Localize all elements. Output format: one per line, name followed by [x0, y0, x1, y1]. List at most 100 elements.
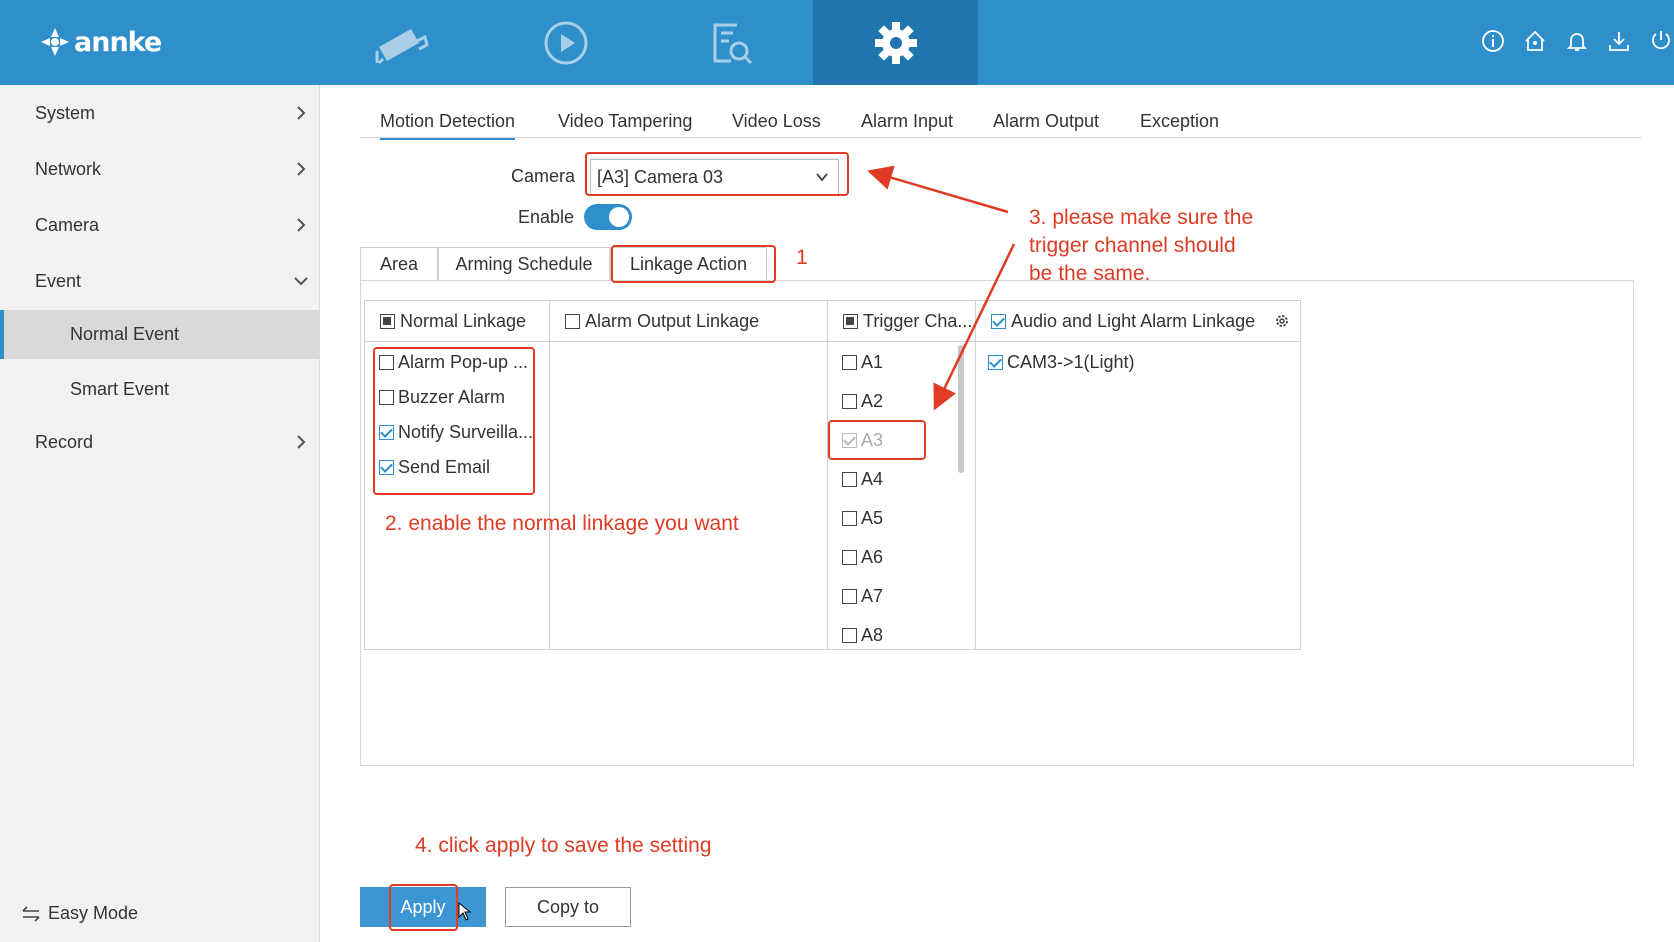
- channel-checkbox[interactable]: [842, 394, 857, 409]
- easy-mode-label: Easy Mode: [48, 903, 139, 923]
- settings-gear-icon[interactable]: [1274, 313, 1290, 329]
- normal-linkage-select-all-checkbox[interactable]: [380, 313, 395, 329]
- column-header-label: Normal Linkage: [400, 310, 527, 331]
- annotation-step-3-line-2: trigger channel should: [1029, 234, 1236, 257]
- subtab-label: Area: [379, 254, 419, 274]
- channel-checkbox[interactable]: [842, 472, 857, 487]
- trigger-channel-a4[interactable]: A4: [842, 469, 883, 490]
- trigger-channel-a2[interactable]: A2: [842, 391, 883, 412]
- annke-logo-mark-icon: [41, 28, 69, 56]
- search-file-icon: [713, 23, 752, 64]
- tab-video-loss[interactable]: Video Loss: [732, 111, 821, 132]
- trigger-channel-header[interactable]: Trigger Cha...: [828, 301, 975, 342]
- sidebar-item-label: System: [35, 102, 96, 123]
- home-icon[interactable]: [1522, 28, 1548, 54]
- channel-label: A8: [861, 625, 884, 645]
- nav-search[interactable]: [648, 0, 813, 85]
- normal-linkage-header[interactable]: Normal Linkage: [365, 301, 549, 342]
- cam3-light-option[interactable]: CAM3->1(Light): [988, 352, 1135, 373]
- trigger-channel-a7[interactable]: A7: [842, 586, 883, 607]
- sidebar-item-label: Record: [35, 431, 94, 452]
- sidebar-item-label: Normal Event: [70, 324, 180, 344]
- nav-configuration[interactable]: [813, 0, 978, 85]
- column-header-label: Trigger Cha...: [863, 310, 973, 331]
- easy-mode-button[interactable]: Easy Mode: [22, 903, 138, 924]
- top-bar: annke: [0, 0, 1674, 85]
- info-icon[interactable]: [1480, 28, 1506, 54]
- gear-icon: [874, 21, 917, 64]
- column-header-label: Audio and Light Alarm Linkage: [1011, 310, 1256, 331]
- playback-icon: [544, 21, 587, 64]
- annotation-step-1: 1: [796, 246, 808, 269]
- annotation-step-3-line-3: be the same.: [1029, 262, 1151, 285]
- nav-live-view[interactable]: [318, 0, 483, 85]
- sidebar-item-network[interactable]: Network: [0, 141, 319, 197]
- tab-alarm-output[interactable]: Alarm Output: [993, 111, 1099, 132]
- toolbar-icons: [1480, 28, 1674, 54]
- chevron-down-icon: [294, 277, 308, 286]
- annotation-box-apply: [389, 884, 458, 931]
- alarm-output-linkage-header[interactable]: Alarm Output Linkage: [550, 301, 827, 342]
- subtab-arming-schedule[interactable]: Arming Schedule: [438, 247, 610, 281]
- sidebar-item-label: Camera: [35, 214, 100, 235]
- channel-checkbox[interactable]: [842, 628, 857, 643]
- trigger-channel-a8[interactable]: A8: [842, 625, 883, 646]
- tab-video-tampering[interactable]: Video Tampering: [558, 111, 692, 132]
- sidebar-item-smart-event[interactable]: Smart Event: [0, 365, 319, 414]
- channel-label: A2: [861, 391, 884, 411]
- sidebar-item-event[interactable]: Event: [0, 253, 319, 309]
- channel-label: A6: [861, 547, 884, 567]
- sidebar-item-camera[interactable]: Camera: [0, 197, 319, 253]
- copy-to-button[interactable]: Copy to: [505, 887, 631, 927]
- channel-checkbox[interactable]: [842, 355, 857, 370]
- option-label: CAM3->1(Light): [1007, 352, 1135, 372]
- trigger-list-scrollbar[interactable]: [958, 345, 964, 473]
- chevron-right-icon: [297, 218, 306, 232]
- audio-light-select-all-checkbox[interactable]: [991, 313, 1006, 329]
- alarm-output-linkage-column: Alarm Output Linkage: [550, 301, 828, 649]
- annotation-box-camera: [585, 152, 849, 196]
- alarm-output-select-all-checkbox[interactable]: [565, 313, 580, 329]
- tab-exception[interactable]: Exception: [1140, 111, 1219, 132]
- sidebar: System Network Camera Event Normal Event…: [0, 85, 320, 942]
- annotation-step-4: 4. click apply to save the setting: [415, 834, 712, 857]
- trigger-channel-a6[interactable]: A6: [842, 547, 883, 568]
- annke-logo: annke: [38, 22, 162, 62]
- channel-checkbox[interactable]: [842, 511, 857, 526]
- download-icon[interactable]: [1606, 28, 1632, 54]
- annotation-step-3-line-1: 3. please make sure the: [1029, 206, 1254, 229]
- sidebar-item-label: Event: [35, 270, 82, 291]
- channel-label: A1: [861, 352, 884, 372]
- event-type-tabs: Motion Detection Video Tampering Video L…: [360, 103, 1641, 140]
- sidebar-item-normal-event[interactable]: Normal Event: [0, 310, 319, 359]
- chevron-right-icon: [297, 435, 306, 449]
- tab-motion-detection[interactable]: Motion Detection: [380, 111, 516, 140]
- cam3-light-checkbox[interactable]: [988, 355, 1003, 370]
- trigger-channel-a1[interactable]: A1: [842, 352, 883, 373]
- toggle-knob: [609, 207, 629, 227]
- annotation-box-trigger-a3: [828, 420, 926, 460]
- annotation-step-2: 2. enable the normal linkage you want: [385, 512, 739, 535]
- enable-toggle[interactable]: [584, 204, 632, 230]
- channel-checkbox[interactable]: [842, 550, 857, 565]
- power-icon[interactable]: [1648, 28, 1674, 54]
- trigger-channel-a5[interactable]: A5: [842, 508, 883, 529]
- arrow-to-camera: [867, 165, 1009, 214]
- channel-label: A7: [861, 586, 884, 606]
- camera-label: Camera: [511, 166, 576, 186]
- channel-checkbox[interactable]: [842, 589, 857, 604]
- nav-playback[interactable]: [483, 0, 648, 85]
- sidebar-item-system[interactable]: System: [0, 85, 319, 141]
- bell-icon[interactable]: [1564, 28, 1590, 54]
- logo-text: annke: [74, 26, 162, 58]
- trigger-channel-select-all-checkbox[interactable]: [843, 313, 858, 329]
- mouse-cursor-icon: [458, 902, 472, 921]
- annotation-box-normal-linkage: [373, 347, 535, 495]
- subtab-area[interactable]: Area: [360, 247, 438, 281]
- column-header-label: Alarm Output Linkage: [585, 310, 760, 331]
- tab-alarm-input[interactable]: Alarm Input: [861, 111, 953, 132]
- chevron-right-icon: [297, 106, 306, 120]
- channel-label: A5: [861, 508, 884, 528]
- sidebar-item-record[interactable]: Record: [0, 414, 319, 470]
- audio-light-linkage-header[interactable]: Audio and Light Alarm Linkage: [976, 301, 1300, 342]
